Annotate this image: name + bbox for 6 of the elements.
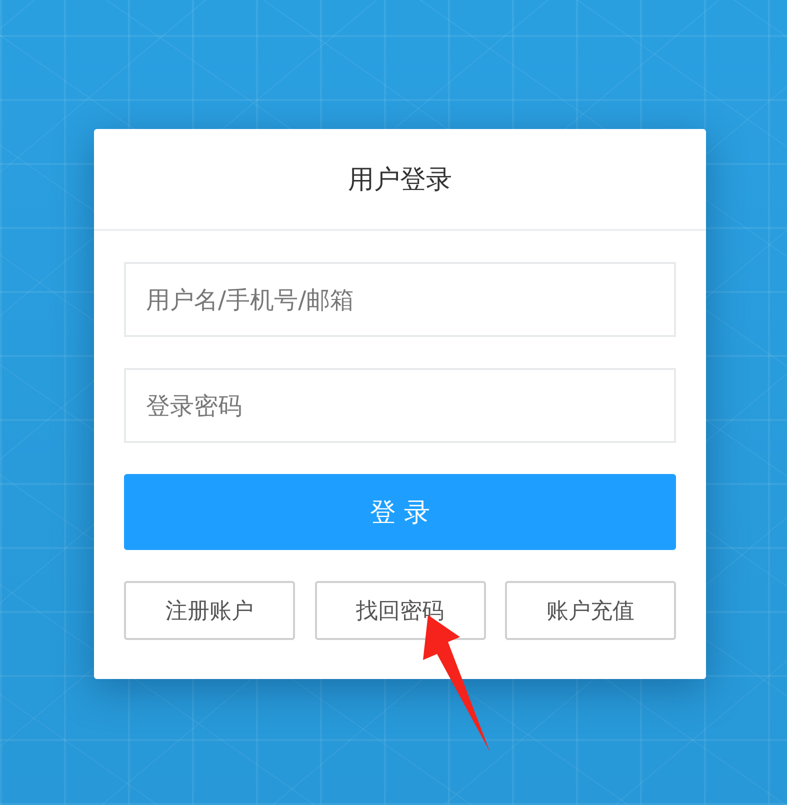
link-button[interactable]: 账户充值 (505, 581, 676, 640)
password-field[interactable]: 登录密码 (124, 368, 676, 443)
username-field[interactable]: 用户名/手机号/邮箱 (124, 262, 676, 337)
link-button[interactable]: 注册账户 (124, 581, 295, 640)
card-title: 用户登录 (348, 164, 452, 196)
link-button[interactable]: 找回密码 (314, 581, 486, 640)
